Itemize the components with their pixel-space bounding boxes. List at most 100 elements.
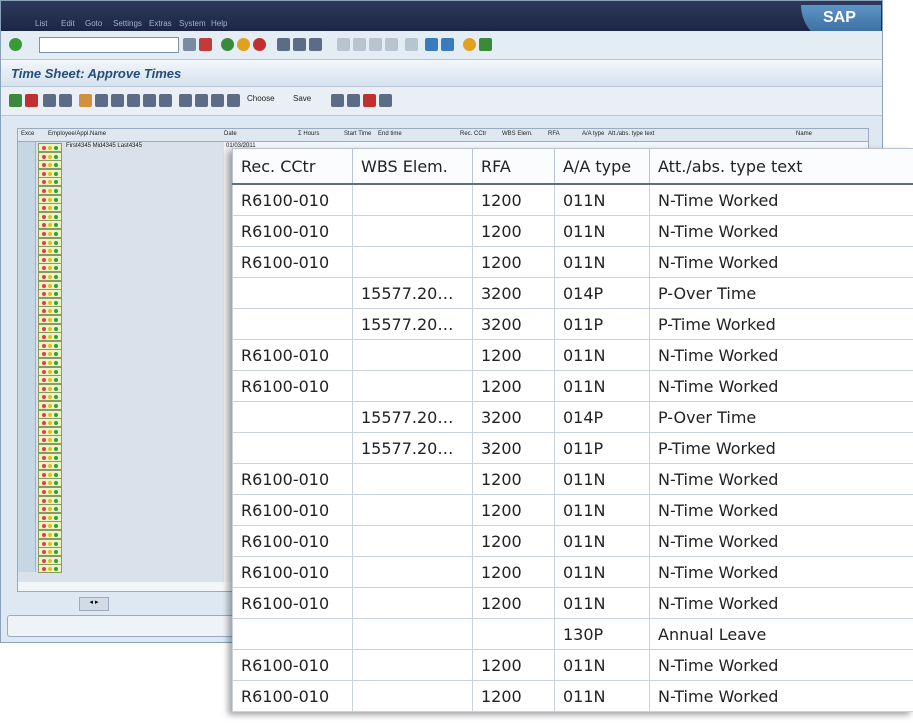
table-row[interactable]: R6100-010 1200 011N N-Time Worked	[232, 463, 913, 495]
cell-aa-type[interactable]: 011N	[554, 649, 650, 681]
table-row[interactable]: R6100-010 1200 011N N-Time Worked	[232, 215, 913, 247]
disk-icon[interactable]	[199, 38, 212, 51]
header-wbs-elem[interactable]: WBS Elem.	[352, 148, 473, 185]
cell-aa-type[interactable]: 011N	[554, 183, 650, 216]
person-icon[interactable]	[79, 94, 92, 107]
cell-att-abs-text[interactable]: N-Time Worked	[649, 649, 913, 681]
cell-rfa[interactable]: 3200	[472, 401, 555, 433]
cell-rfa[interactable]: 1200	[472, 649, 555, 681]
grid-header-9[interactable]: A/A type	[582, 131, 604, 137]
cell-wbs-elem[interactable]	[352, 680, 473, 712]
cell-rfa[interactable]: 1200	[472, 525, 555, 557]
grid-header-11[interactable]: Name	[796, 131, 812, 137]
cell-att-abs-text[interactable]: P-Over Time	[649, 401, 913, 433]
cell-wbs-elem[interactable]	[352, 183, 473, 216]
cell-att-abs-text[interactable]: N-Time Worked	[649, 183, 913, 216]
cell-att-abs-text[interactable]: N-Time Worked	[649, 246, 913, 278]
grid-header-2[interactable]: Date	[224, 131, 237, 137]
cell-att-abs-text[interactable]: N-Time Worked	[649, 370, 913, 402]
cell-att-abs-text[interactable]: N-Time Worked	[649, 587, 913, 619]
cell-att-abs-text[interactable]: Annual Leave	[649, 618, 913, 650]
cell-att-abs-text[interactable]: N-Time Worked	[649, 494, 913, 526]
cell-rfa[interactable]: 1200	[472, 339, 555, 371]
header-rec-cctr[interactable]: Rec. CCtr	[232, 148, 353, 185]
cell-att-abs-text[interactable]: N-Time Worked	[649, 556, 913, 588]
cell-rec-cctr[interactable]: R6100-010	[232, 587, 353, 619]
cell-wbs-elem[interactable]: 15577.20	[352, 308, 473, 340]
cell-rfa[interactable]: 3200	[472, 432, 555, 464]
table-row[interactable]: R6100-010 1200 011N N-Time Worked	[232, 494, 913, 526]
save-icon[interactable]	[183, 38, 196, 51]
cell-aa-type[interactable]: 011N	[554, 339, 650, 371]
cell-aa-type[interactable]: 011N	[554, 494, 650, 526]
header-aa-type[interactable]: A/A type	[554, 148, 650, 185]
cell-att-abs-text[interactable]: N-Time Worked	[649, 525, 913, 557]
cell-rec-cctr[interactable]: R6100-010	[232, 494, 353, 526]
cell-aa-type[interactable]: 011N	[554, 587, 650, 619]
grid-header-8[interactable]: RFA	[548, 131, 560, 137]
cell-aa-type[interactable]: 011N	[554, 215, 650, 247]
cell-att-abs-text[interactable]: N-Time Worked	[649, 339, 913, 371]
cell-wbs-elem[interactable]	[352, 556, 473, 588]
prev-page-icon[interactable]	[353, 38, 366, 51]
cell-wbs-elem[interactable]	[352, 215, 473, 247]
cell-rec-cctr[interactable]: R6100-010	[232, 525, 353, 557]
approve-icon[interactable]	[9, 94, 22, 107]
cell-aa-type[interactable]: 011P	[554, 308, 650, 340]
print-icon[interactable]	[277, 38, 290, 51]
new-session-icon[interactable]	[425, 38, 438, 51]
cell-aa-type[interactable]: 011N	[554, 246, 650, 278]
cell-wbs-elem[interactable]	[352, 339, 473, 371]
cell-aa-type[interactable]: 011N	[554, 680, 650, 712]
table-row[interactable]: 15577.203200011PP-Time Worked	[232, 432, 913, 464]
table-row[interactable]: R6100-010 1200 011N N-Time Worked	[232, 649, 913, 681]
first-page-icon[interactable]	[337, 38, 350, 51]
cell-att-abs-text[interactable]: P-Time Worked	[649, 308, 913, 340]
table-row[interactable]: R6100-010 1200 011N N-Time Worked	[232, 370, 913, 402]
graphic-icon[interactable]	[211, 94, 224, 107]
table-row[interactable]: 130P Annual Leave	[232, 618, 913, 650]
print-list-icon[interactable]	[111, 94, 124, 107]
find-next-icon[interactable]	[309, 38, 322, 51]
menu-item-edit[interactable]: Edit	[61, 19, 75, 28]
cell-wbs-elem[interactable]: 15577.20	[352, 277, 473, 309]
grid-header-1[interactable]: Employee/Appl.Name	[48, 131, 106, 137]
cell-att-abs-text[interactable]: P-Time Worked	[649, 432, 913, 464]
cell-wbs-elem[interactable]: 15577.20	[352, 432, 473, 464]
grid-header-6[interactable]: Rec. CCtr	[460, 131, 486, 137]
header-rfa[interactable]: RFA	[472, 148, 555, 185]
cell-rfa[interactable]: 1200	[472, 463, 555, 495]
table-row[interactable]: R6100-010 1200 011N N-Time Worked	[232, 183, 913, 216]
cell-rfa[interactable]: 1200	[472, 183, 555, 216]
expand-icon[interactable]	[347, 94, 360, 107]
cell-rfa[interactable]: 1200	[472, 246, 555, 278]
back-icon[interactable]	[221, 38, 234, 51]
table-row[interactable]: R6100-010 1200 011N N-Time Worked	[232, 246, 913, 278]
table-row[interactable]: 15577.203200011PP-Time Worked	[232, 308, 913, 340]
menu-item-goto[interactable]: Goto	[85, 19, 102, 28]
menu-item-help[interactable]: Help	[211, 19, 227, 28]
cell-rfa[interactable]: 1200	[472, 370, 555, 402]
cell-rec-cctr[interactable]: R6100-010	[232, 246, 353, 278]
cell-aa-type[interactable]: 011N	[554, 525, 650, 557]
cell-rec-cctr[interactable]	[232, 432, 353, 464]
reject-icon[interactable]	[25, 94, 38, 107]
cell-att-abs-text[interactable]: N-Time Worked	[649, 463, 913, 495]
page-icon[interactable]	[405, 38, 418, 51]
cell-rec-cctr[interactable]	[232, 308, 353, 340]
cell-rfa[interactable]: 1200	[472, 215, 555, 247]
command-field[interactable]	[39, 37, 179, 53]
cell-aa-type[interactable]: 011P	[554, 432, 650, 464]
find-icon[interactable]	[293, 38, 306, 51]
cell-rec-cctr[interactable]: R6100-010	[232, 339, 353, 371]
cell-rfa[interactable]: 1200	[472, 494, 555, 526]
cell-att-abs-text[interactable]: P-Over Time	[649, 277, 913, 309]
refresh-icon[interactable]	[331, 94, 344, 107]
cell-rec-cctr[interactable]	[232, 618, 353, 650]
cell-rec-cctr[interactable]: R6100-010	[232, 649, 353, 681]
detail-icon[interactable]	[95, 94, 108, 107]
print-icon-2[interactable]	[379, 94, 392, 107]
cell-wbs-elem[interactable]	[352, 494, 473, 526]
cell-rec-cctr[interactable]: R6100-010	[232, 680, 353, 712]
cell-aa-type[interactable]: 011N	[554, 370, 650, 402]
